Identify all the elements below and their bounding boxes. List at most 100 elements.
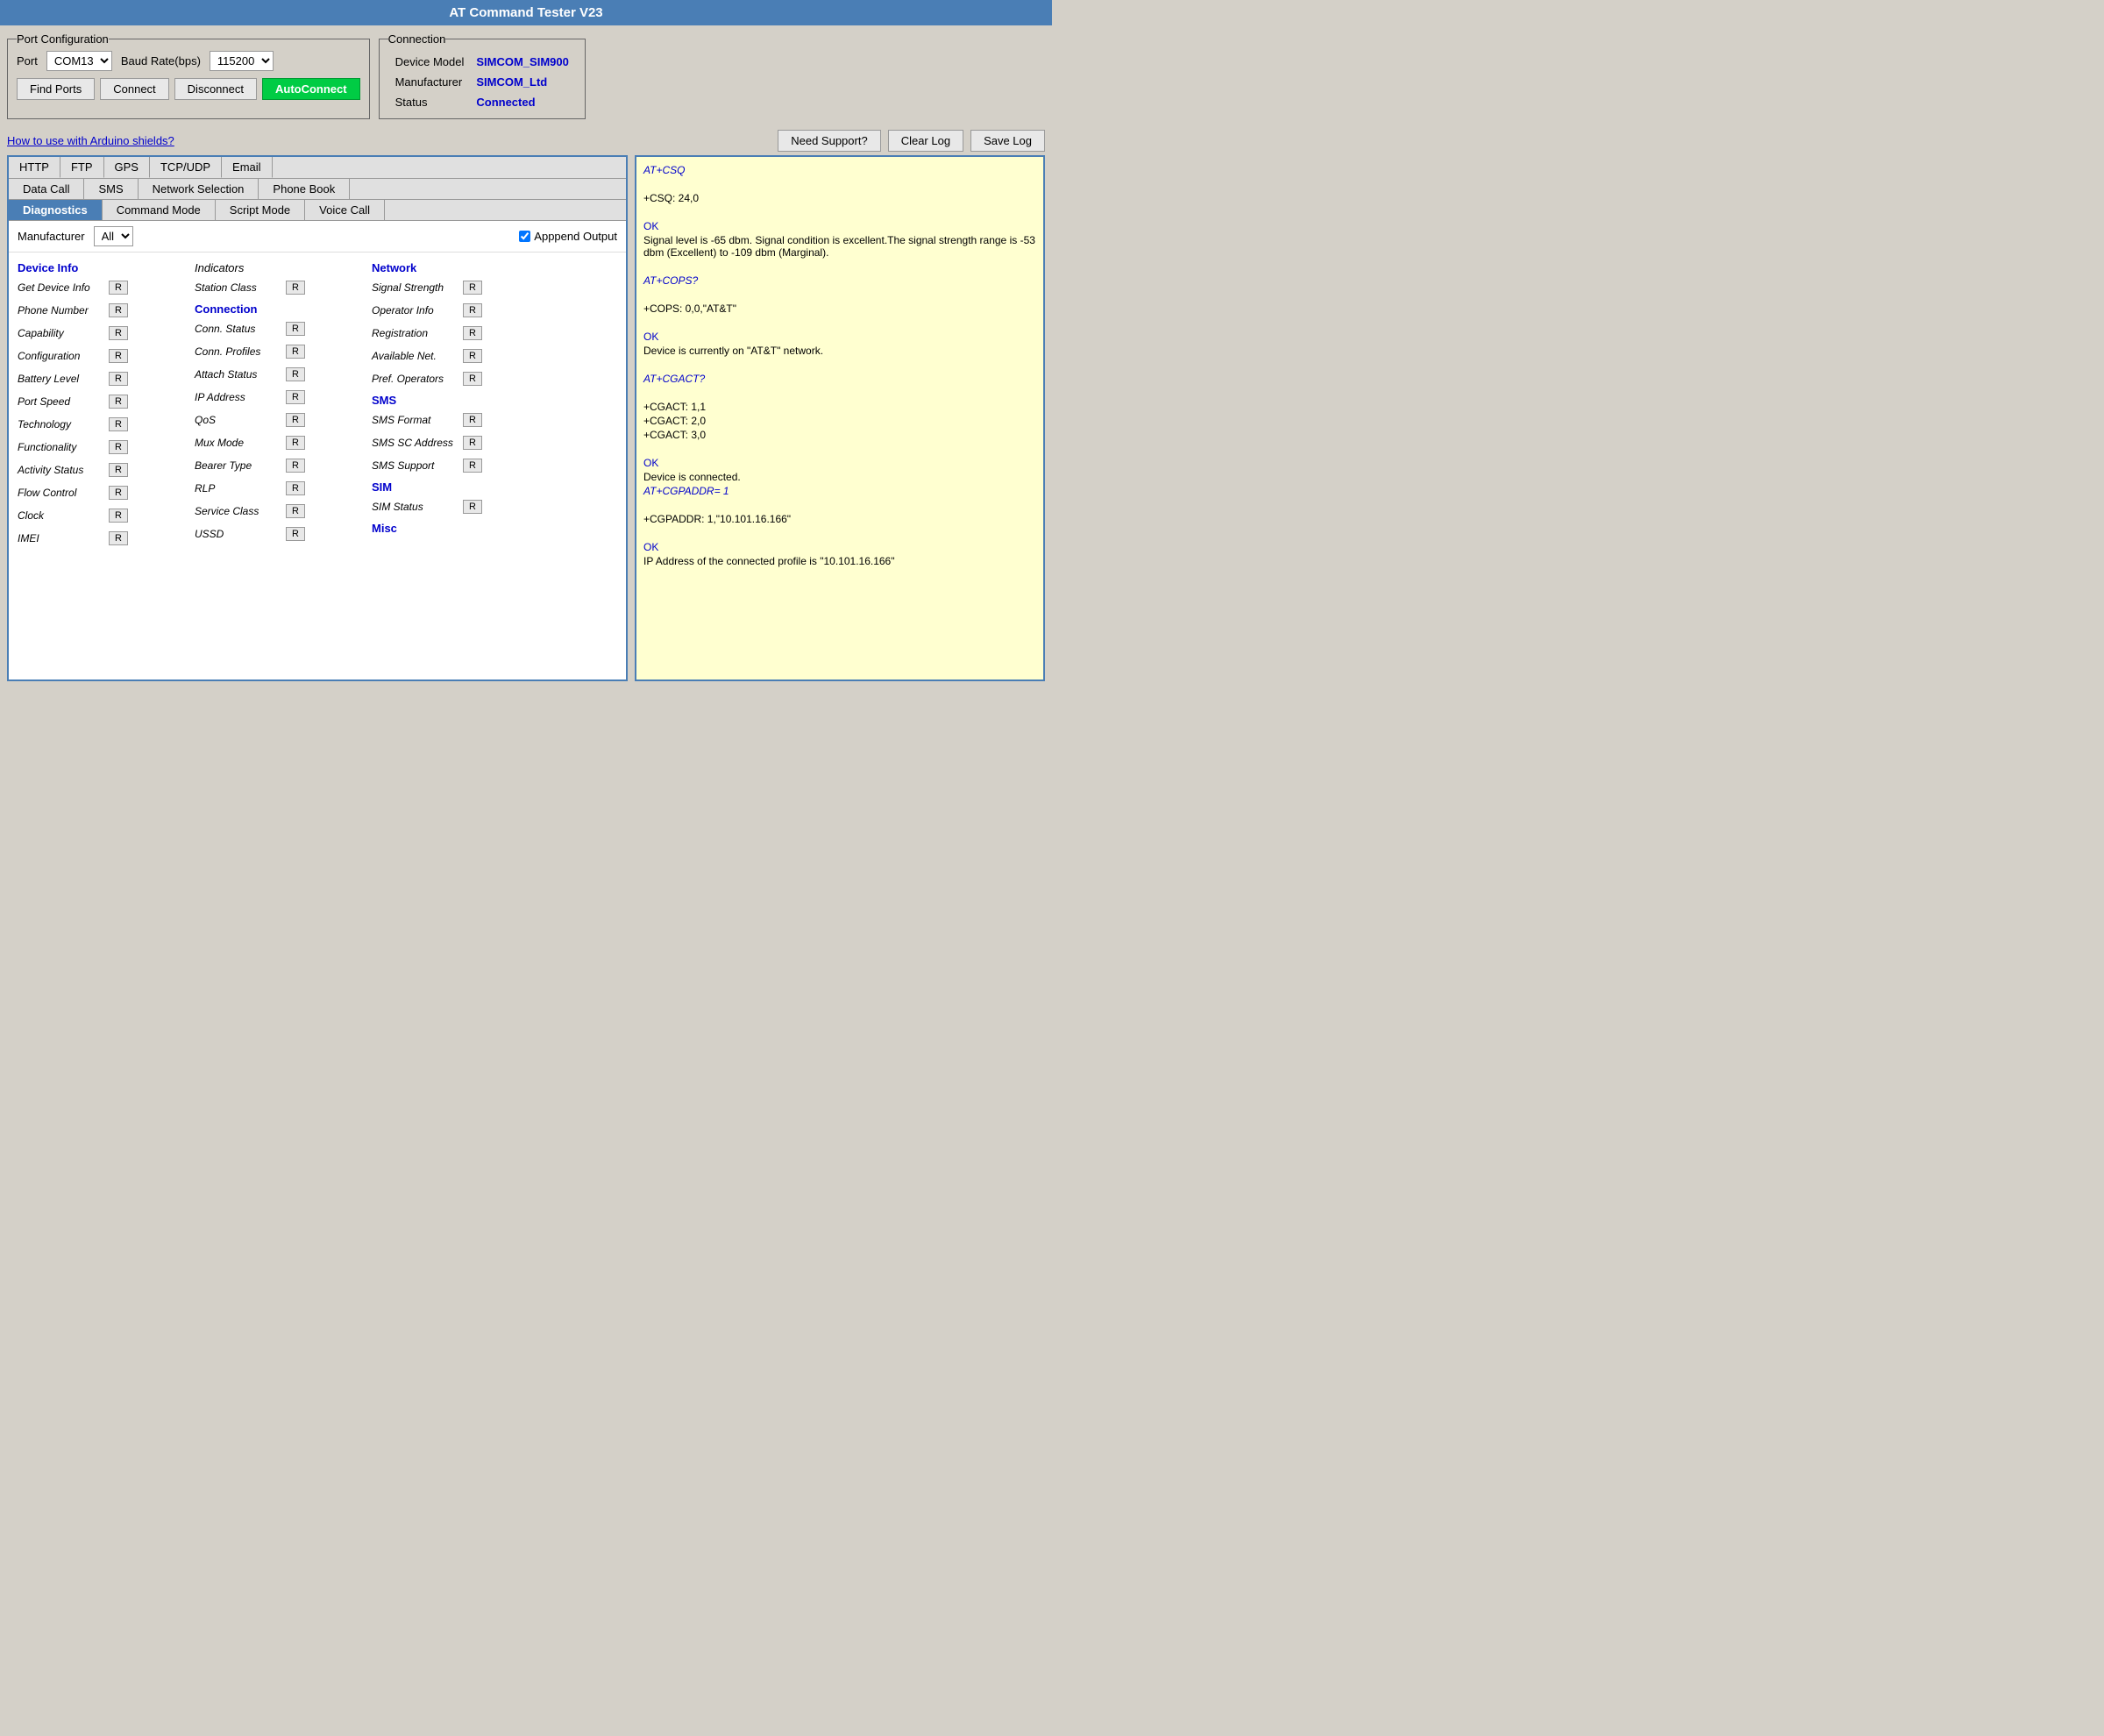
btn-configuration[interactable]: R bbox=[109, 349, 128, 363]
tab-voice-call[interactable]: Voice Call bbox=[305, 200, 385, 220]
save-log-button[interactable]: Save Log bbox=[970, 130, 1045, 152]
log-line-7 bbox=[643, 260, 1036, 273]
baud-label: Baud Rate(bps) bbox=[121, 54, 201, 68]
btn-rlp[interactable]: R bbox=[286, 481, 305, 495]
item-functionality: Functionality R bbox=[18, 436, 193, 459]
log-line-27: OK bbox=[643, 541, 1036, 553]
tab-command-mode[interactable]: Command Mode bbox=[103, 200, 216, 220]
btn-port-speed[interactable]: R bbox=[109, 395, 128, 409]
btn-sms-sc-address[interactable]: R bbox=[463, 436, 482, 450]
autoconnect-button[interactable]: AutoConnect bbox=[262, 78, 360, 100]
tab-row-1: HTTP FTP GPS TCP/UDP Email bbox=[9, 157, 626, 179]
item-sms-format: SMS Format R bbox=[372, 409, 617, 431]
tab-ftp[interactable]: FTP bbox=[60, 157, 104, 178]
find-ports-button[interactable]: Find Ports bbox=[17, 78, 95, 100]
btn-qos[interactable]: R bbox=[286, 413, 305, 427]
btn-service-class[interactable]: R bbox=[286, 504, 305, 518]
log-line-26 bbox=[643, 527, 1036, 539]
device-model-label: Device Model bbox=[390, 53, 470, 71]
btn-sms-format[interactable]: R bbox=[463, 413, 482, 427]
tab-row-3: Diagnostics Command Mode Script Mode Voi… bbox=[9, 200, 626, 221]
append-output-checkbox[interactable] bbox=[519, 231, 530, 242]
log-line-4 bbox=[643, 206, 1036, 218]
item-phone-number: Phone Number R bbox=[18, 299, 193, 322]
btn-phone-number[interactable]: R bbox=[109, 303, 128, 317]
tab-diagnostics[interactable]: Diagnostics bbox=[9, 200, 103, 220]
btn-imei[interactable]: R bbox=[109, 531, 128, 545]
network-title: Network bbox=[372, 258, 617, 276]
manufacturer-filter-select[interactable]: All bbox=[94, 226, 133, 246]
item-rlp: RLP R bbox=[195, 477, 370, 500]
btn-capability[interactable]: R bbox=[109, 326, 128, 340]
baud-select[interactable]: 115200 bbox=[210, 51, 274, 71]
log-line-24 bbox=[643, 499, 1036, 511]
log-line-16 bbox=[643, 387, 1036, 399]
tab-email[interactable]: Email bbox=[222, 157, 273, 178]
item-technology: Technology R bbox=[18, 413, 193, 436]
btn-battery-level[interactable]: R bbox=[109, 372, 128, 386]
port-label: Port bbox=[17, 54, 38, 68]
item-sim-status: SIM Status R bbox=[372, 495, 617, 518]
item-ussd: USSD R bbox=[195, 523, 370, 545]
btn-available-net[interactable]: R bbox=[463, 349, 482, 363]
log-line-15: AT+CGACT? bbox=[643, 373, 1036, 385]
btn-ussd[interactable]: R bbox=[286, 527, 305, 541]
tab-network-selection[interactable]: Network Selection bbox=[139, 179, 259, 199]
tab-data-call[interactable]: Data Call bbox=[9, 179, 84, 199]
log-line-25: +CGPADDR: 1,"10.101.16.166" bbox=[643, 513, 1036, 525]
btn-flow-control[interactable]: R bbox=[109, 486, 128, 500]
btn-attach-status[interactable]: R bbox=[286, 367, 305, 381]
item-service-class: Service Class R bbox=[195, 500, 370, 523]
btn-clock[interactable]: R bbox=[109, 509, 128, 523]
connection-label: Connection bbox=[388, 32, 446, 46]
tab-gps[interactable]: GPS bbox=[104, 157, 150, 178]
port-select[interactable]: COM13 bbox=[46, 51, 112, 71]
btn-get-device-info[interactable]: R bbox=[109, 281, 128, 295]
clear-log-button[interactable]: Clear Log bbox=[888, 130, 963, 152]
log-line-21: OK bbox=[643, 457, 1036, 469]
tab-tcpudp[interactable]: TCP/UDP bbox=[150, 157, 222, 178]
btn-registration[interactable]: R bbox=[463, 326, 482, 340]
btn-conn-status[interactable]: R bbox=[286, 322, 305, 336]
connect-button[interactable]: Connect bbox=[100, 78, 168, 100]
item-get-device-info: Get Device Info R bbox=[18, 276, 193, 299]
col-device-info: Device Info Get Device Info R Phone Numb… bbox=[18, 258, 193, 550]
btn-ip-address[interactable]: R bbox=[286, 390, 305, 404]
btn-bearer-type[interactable]: R bbox=[286, 459, 305, 473]
disconnect-button[interactable]: Disconnect bbox=[174, 78, 257, 100]
how-to-link[interactable]: How to use with Arduino shields? bbox=[7, 134, 174, 147]
toolbar: How to use with Arduino shields? Need Su… bbox=[0, 126, 1052, 155]
connection-table: Device Model SIMCOM_SIM900 Manufacturer … bbox=[388, 51, 576, 113]
tab-sms[interactable]: SMS bbox=[84, 179, 138, 199]
btn-sim-status[interactable]: R bbox=[463, 500, 482, 514]
log-line-11 bbox=[643, 317, 1036, 329]
btn-operator-info[interactable]: R bbox=[463, 303, 482, 317]
btn-pref-operators[interactable]: R bbox=[463, 372, 482, 386]
misc-title: Misc bbox=[372, 518, 617, 537]
item-operator-info: Operator Info R bbox=[372, 299, 617, 322]
need-support-button[interactable]: Need Support? bbox=[778, 130, 880, 152]
tab-http[interactable]: HTTP bbox=[9, 157, 60, 178]
btn-signal-strength[interactable]: R bbox=[463, 281, 482, 295]
item-activity-status: Activity Status R bbox=[18, 459, 193, 481]
col-network-sms-sim: Network Signal Strength R Operator Info … bbox=[372, 258, 617, 550]
append-output-label: Apppend Output bbox=[534, 230, 617, 243]
btn-station-class[interactable]: R bbox=[286, 281, 305, 295]
device-model-value: SIMCOM_SIM900 bbox=[471, 53, 573, 71]
btn-conn-profiles[interactable]: R bbox=[286, 345, 305, 359]
tab-row-2: Data Call SMS Network Selection Phone Bo… bbox=[9, 179, 626, 200]
item-conn-profiles: Conn. Profiles R bbox=[195, 340, 370, 363]
log-line-9 bbox=[643, 288, 1036, 301]
connection-panel: Connection Device Model SIMCOM_SIM900 Ma… bbox=[379, 32, 586, 119]
sms-title: SMS bbox=[372, 390, 617, 409]
btn-technology[interactable]: R bbox=[109, 417, 128, 431]
btn-activity-status[interactable]: R bbox=[109, 463, 128, 477]
status-value: Connected bbox=[471, 93, 573, 111]
btn-mux-mode[interactable]: R bbox=[286, 436, 305, 450]
tab-phone-book[interactable]: Phone Book bbox=[259, 179, 350, 199]
btn-functionality[interactable]: R bbox=[109, 440, 128, 454]
manufacturer-filter-label: Manufacturer bbox=[18, 230, 85, 243]
tab-script-mode[interactable]: Script Mode bbox=[216, 200, 305, 220]
btn-sms-support[interactable]: R bbox=[463, 459, 482, 473]
filter-row: Manufacturer All Apppend Output bbox=[9, 221, 626, 253]
